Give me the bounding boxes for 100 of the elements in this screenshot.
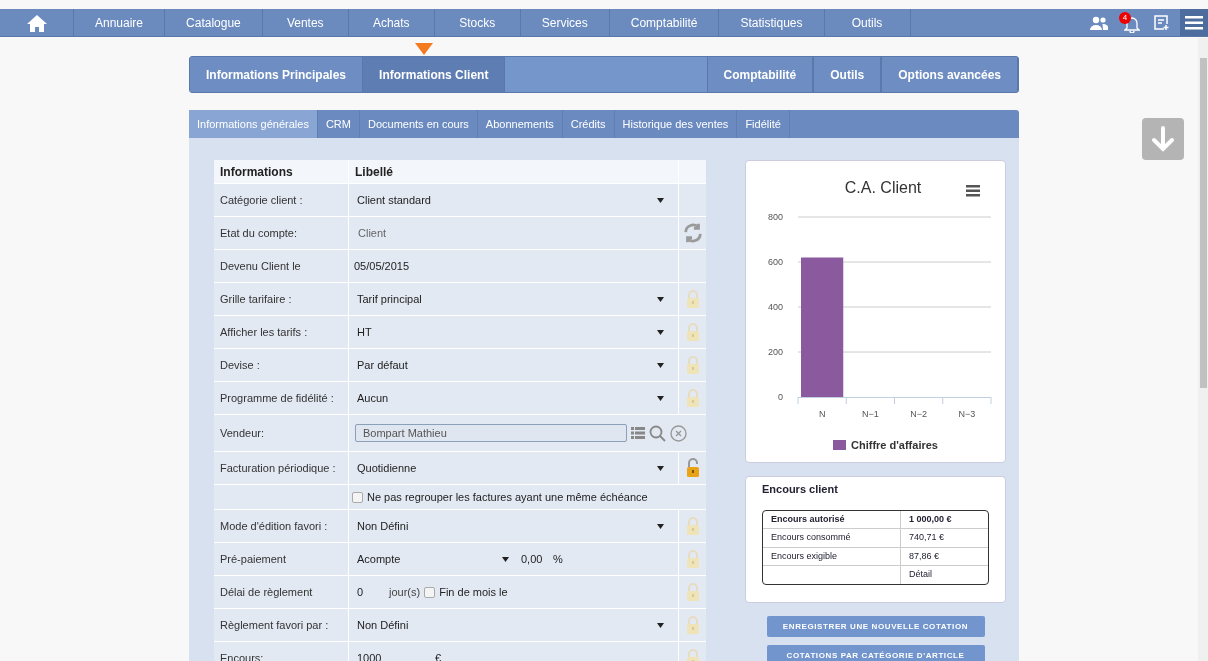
dropdown-caret-icon [657,362,664,368]
select-field[interactable]: Aucun [349,389,678,407]
select-field[interactable]: Acompte [357,550,513,568]
padlock-icon[interactable] [685,582,700,602]
field-label: Pré-paiement [220,551,287,567]
chart-title: C.A. Client [844,179,922,196]
checkbox-label: Ne pas regrouper les factures ayant une même échéance [367,489,648,505]
date-value: 05/05/2015 [353,258,410,274]
nav-menu-item[interactable]: Outils [824,9,911,36]
menu-icon [1185,15,1203,30]
select-field[interactable]: Non Défini [349,616,678,634]
notification-badge: 4 [1119,11,1131,24]
search-icon[interactable] [649,424,666,442]
select-field[interactable]: Client standard [349,191,678,209]
nav-menu-item[interactable]: Stocks [434,9,521,36]
action-button[interactable]: ENREGISTRER UNE NOUVELLE COTATION [766,616,985,637]
x-axis-label: N [818,409,826,419]
padlock-icon[interactable] [685,289,700,309]
table-cell: 1 000,00 € [909,513,952,524]
main-tab[interactable]: Outils [814,57,882,92]
select-field[interactable]: Quotidienne [349,459,678,477]
days-unit: jour(s) [389,584,421,600]
amount-value[interactable]: 1000 [357,649,435,661]
nav-menu-item[interactable]: Statistiques [719,9,825,36]
scroll-down-button[interactable] [1142,118,1184,160]
field-label: Etat du compte: [220,225,298,241]
currency-unit: € [435,650,442,661]
select-field[interactable]: Par défaut [349,356,678,374]
table-cell[interactable]: Détail [909,569,932,579]
y-axis-label: 600 [767,257,783,267]
table-cell: Encours consommé [771,532,851,542]
padlock-icon[interactable] [685,516,700,536]
column-header: Libellé [355,163,393,181]
field-label: Programme de fidélité : [220,390,334,406]
sub-tab[interactable]: Informations générales [189,110,318,138]
select-field[interactable]: Non Défini [349,517,678,535]
field-label: Mode d'édition favori : [220,518,328,534]
action-button[interactable]: COTATIONS PAR CATÉGORIE D'ARTICLE [766,645,985,661]
main-tab[interactable]: Informations Principales [190,57,364,92]
nav-menu-item[interactable]: Achats [348,9,435,36]
nav-menu-item[interactable]: Annuaire [74,9,166,36]
padlock-icon[interactable] [685,322,700,342]
users-icon[interactable] [1090,15,1108,30]
dropdown-caret-icon [657,622,664,628]
main-tab[interactable]: Comptabilité [707,57,814,92]
list-icon[interactable] [631,427,645,439]
field-label: Catégorie client : [220,192,303,208]
table-cell: Encours exigible [771,550,838,561]
nav-menu-item[interactable]: Catalogue [165,9,263,36]
select-field[interactable]: Tarif principal [349,290,678,308]
main-tab[interactable]: Informations Client [363,57,506,92]
padlock-icon[interactable] [685,549,700,569]
add-note-icon[interactable] [1154,14,1170,31]
field-label: Afficher les tarifs : [220,324,308,340]
refresh-icon[interactable] [681,222,704,244]
dropdown-caret-icon [657,465,664,471]
y-axis-label: 800 [767,212,783,222]
checkbox[interactable] [424,586,436,598]
field-label: Vendeur: [220,425,265,441]
dropdown-caret-icon [657,296,664,302]
padlock-icon[interactable] [685,355,700,375]
card-title: Encours client [762,482,839,497]
days-value[interactable]: 0 [357,583,385,601]
checkbox-label: Fin de mois le [439,584,508,600]
percent-unit: % [553,551,563,567]
column-header: Informations [220,163,293,181]
x-axis-label: N−2 [910,409,927,419]
chart-menu-icon[interactable] [966,185,980,197]
dropdown-caret-icon [502,556,509,562]
main-tab[interactable]: Options avancées [882,57,1018,92]
home-icon [26,13,47,32]
vendor-field[interactable]: Bompart Mathieu [355,424,627,442]
checkbox[interactable] [352,491,363,503]
active-tab-arrow-icon [415,43,434,55]
x-axis-label: N−3 [958,409,976,419]
clear-icon[interactable] [670,424,687,442]
dropdown-caret-icon [657,395,664,401]
padlock-icon[interactable] [685,615,700,635]
nav-menu-item[interactable]: Ventes [262,9,349,36]
y-axis-label: 400 [767,302,783,312]
x-axis-label: N−1 [862,409,879,419]
menu-button[interactable] [1180,9,1208,36]
y-axis-label: 0 [778,392,783,402]
field-label: Devise : [220,357,260,373]
unlocked-padlock-icon[interactable] [685,458,700,478]
scrollbar-thumb[interactable] [1199,58,1207,388]
field-label: Encours: [220,650,264,661]
nav-menu-item[interactable]: Comptabilité [609,9,720,36]
dropdown-caret-icon [657,329,664,335]
field-label: Grille tarifaire : [220,291,292,307]
y-axis-label: 200 [767,347,783,357]
bell-icon[interactable] [1124,15,1140,33]
nav-menu-item[interactable]: Services [520,9,610,36]
prepay-amount[interactable]: 0,00 [521,550,553,568]
padlock-icon[interactable] [685,388,700,408]
table-cell: 740,71 € [909,532,945,542]
select-field[interactable]: HT [349,323,678,341]
field-label: Devenu Client le [220,258,301,274]
legend-label[interactable]: Chiffre d'affaires [851,439,938,451]
table-cell: 87,86 € [909,550,940,561]
